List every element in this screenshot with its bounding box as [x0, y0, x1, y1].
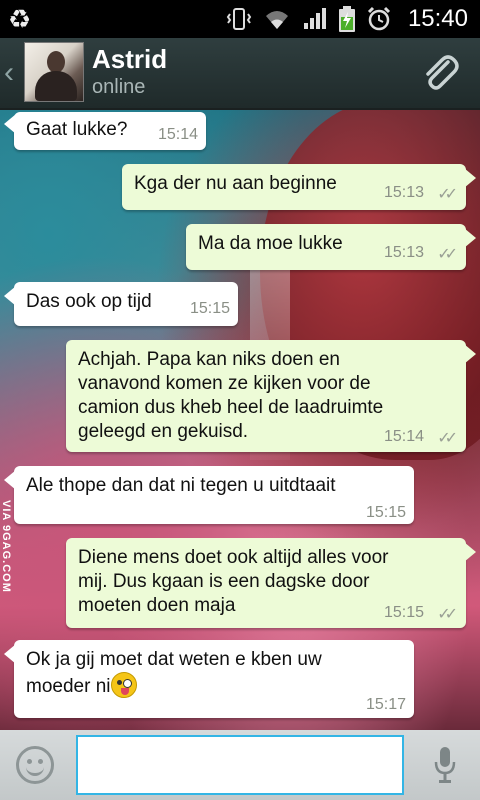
composer-bar: [0, 730, 480, 800]
recycle-icon: ♻: [8, 4, 32, 34]
message-text: Gaat lukke?: [26, 119, 128, 140]
microphone-icon[interactable]: [434, 746, 456, 784]
message-text: Das ook op tijd: [26, 291, 152, 312]
message-text: Ok ja gij moet dat weten e kben uw moede…: [26, 648, 322, 699]
chat-header: ‹ Astrid online: [0, 38, 480, 110]
message-bubble-incoming[interactable]: Ok ja gij moet dat weten e kben uw moede…: [4, 640, 414, 718]
chat-area[interactable]: VIA 9GAG.COM Gaat lukke? 15:14 Kga der n…: [0, 110, 480, 730]
message-bubble-outgoing[interactable]: Ma da moe lukke 15:13 ✓✓: [186, 224, 476, 270]
message-time: 15:14: [157, 126, 198, 143]
alarm-icon: [367, 6, 390, 31]
attach-paperclip-icon[interactable]: [418, 52, 462, 96]
message-bubble-outgoing[interactable]: Diene mens doet ook altijd alles voor mi…: [66, 538, 476, 628]
message-bubble-outgoing[interactable]: Achjah. Papa kan niks doen en vanavond k…: [66, 340, 476, 452]
battery-charging-icon: [338, 6, 355, 32]
message-time: 15:15: [189, 300, 230, 317]
clock: 15:40: [407, 5, 468, 32]
contact-avatar[interactable]: [24, 42, 84, 102]
message-text: Kga der nu aan beginne: [134, 173, 337, 194]
message-time: 15:17: [365, 696, 406, 713]
message-text-content: Ok ja gij moet dat weten e kben uw moede…: [26, 649, 322, 697]
signal-icon: [303, 8, 326, 29]
message-time: 15:14: [383, 428, 424, 445]
contact-status: online: [92, 76, 146, 98]
message-time: 15:15: [365, 504, 406, 521]
message-text: Ma da moe lukke: [198, 233, 343, 254]
wifi-icon: [265, 11, 288, 29]
message-text: Diene mens doet ook altijd alles voor mi…: [78, 547, 389, 616]
message-bubble-outgoing[interactable]: Kga der nu aan beginne 15:13 ✓✓: [122, 164, 476, 210]
read-ticks-icon: ✓✓: [437, 606, 458, 623]
message-bubble-incoming[interactable]: Das ook op tijd 15:15: [4, 282, 238, 326]
system-icons: 15:40: [226, 4, 468, 34]
back-chevron-icon[interactable]: ‹: [4, 56, 14, 90]
message-text: Ale thope dan dat ni tegen u uitdtaait: [26, 475, 336, 496]
message-bubble-incoming[interactable]: Ale thope dan dat ni tegen u uitdtaait 1…: [4, 466, 414, 524]
winking-tongue-emoji-icon: [110, 672, 137, 698]
message-bubble-incoming[interactable]: Gaat lukke? 15:14: [4, 112, 206, 150]
read-ticks-icon: ✓✓: [437, 246, 458, 263]
vibrate-icon: [226, 8, 252, 30]
read-ticks-icon: ✓✓: [437, 430, 458, 447]
message-text: Achjah. Papa kan niks doen en vanavond k…: [78, 349, 384, 442]
read-ticks-icon: ✓✓: [437, 186, 458, 203]
status-bar: ♻ 15:40: [0, 0, 480, 38]
watermark: VIA 9GAG.COM: [0, 500, 12, 593]
message-time: 15:13: [383, 184, 424, 201]
message-input[interactable]: [76, 735, 404, 795]
contact-name[interactable]: Astrid: [92, 44, 167, 75]
message-time: 15:13: [383, 244, 424, 261]
message-time: 15:15: [383, 604, 424, 621]
smiley-icon[interactable]: [16, 746, 54, 784]
